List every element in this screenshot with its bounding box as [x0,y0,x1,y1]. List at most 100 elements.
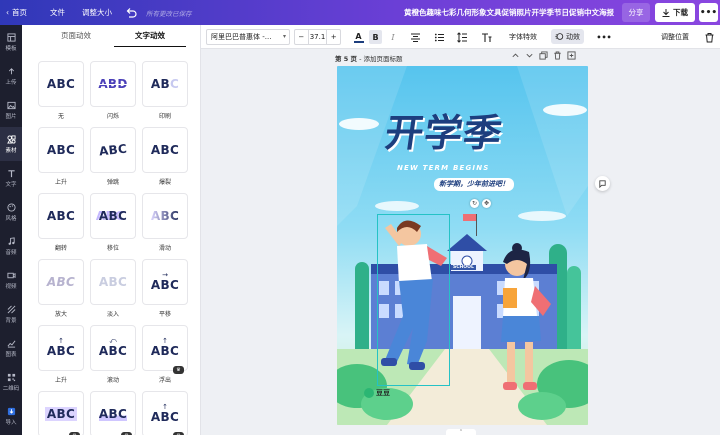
animation-card-flip[interactable]: ABC [38,193,84,239]
animate-button[interactable]: 动效 [551,29,584,44]
animation-label: 翻转 [54,245,67,252]
bold-button[interactable]: B [369,30,382,44]
text-effects-button[interactable]: 字体特效 [508,30,538,44]
text-color-button[interactable]: A [352,30,365,44]
text-color-icon: A [355,31,362,41]
animation-card-float[interactable]: ↑ ABC ♛ [142,325,188,374]
comment-button[interactable] [595,176,610,191]
animation-card-rise-up[interactable]: ↑ABC♛ [142,391,188,435]
tab-text-animation[interactable]: 文字动效 [114,25,186,47]
nav-item-style[interactable]: 风格 [0,195,22,229]
animation-card-bounce[interactable]: ABC [90,127,136,173]
color-swatch [353,40,364,43]
italic-button[interactable]: I [387,30,399,44]
nav-item-background[interactable]: 背景 [0,297,22,331]
increase-size-button[interactable]: + [327,33,340,41]
nav-item-chart[interactable]: 图表 [0,331,22,365]
trash-icon [705,32,713,42]
document-title[interactable]: 黄橙色趣味七彩几何形象文具促销照片开学季节日促销中文海报 [404,0,614,25]
adjust-position-button[interactable]: 调整位置 [660,30,690,44]
animation-card-none[interactable]: ABC [38,61,84,107]
align-button[interactable] [409,30,421,44]
line-spacing-icon [456,31,467,43]
chevron-down-icon[interactable] [525,51,534,60]
nav-item-audio[interactable]: 音频 [0,229,22,263]
file-menu[interactable]: 文件 [50,0,65,25]
animation-label: 淡入 [106,311,119,318]
school-sign: SCHOOL [451,265,476,270]
poster-canvas[interactable]: 开学季 NEW TERM BEGINS 新学期，少年前进吧！ SCHOOL 豆豆 [337,66,588,425]
animation-card-highlight[interactable]: ABC♛ [38,391,84,435]
animation-card-lift[interactable]: ↑ ABC [38,325,84,371]
nav-item-video[interactable]: 视频 [0,263,22,297]
list-button[interactable] [433,30,445,44]
text-size-button[interactable] [480,30,492,44]
chart-icon [7,340,15,348]
poster-title[interactable]: 开学季 [382,102,507,157]
animation-label: 放大 [54,311,67,318]
home-button[interactable]: ‹ 首页 [6,0,27,25]
list-icon [434,33,444,41]
animation-card-roll[interactable]: ⤺ ABC [90,325,136,371]
add-page-title[interactable]: - 添加页面标题 [359,55,402,63]
animation-card-rise[interactable]: ABC [38,127,84,173]
element-handles: ↻ ✥ [470,199,491,208]
text-resize-icon [481,32,491,42]
more-button[interactable]: ••• [699,3,718,22]
undo-icon[interactable] [125,7,137,19]
resize-menu[interactable]: 调整大小 [82,0,112,25]
selection-box[interactable] [377,214,450,386]
nav-item-template[interactable]: 模板 [0,25,22,59]
share-button[interactable]: 分享 [622,3,650,22]
expand-pages-handle[interactable]: ⌃ [446,429,476,435]
nav-item-text[interactable]: 文字 [0,161,22,195]
template-icon [6,32,16,42]
animation-label: 上升 [54,377,67,384]
animation-label: 无 [57,113,64,120]
poster-subtitle[interactable]: NEW TERM BEGINS [397,164,490,172]
animation-label: 移位 [106,245,119,252]
animation-card-zoom[interactable]: ABC [38,259,84,305]
canvas-area: 第 5 页 - 添加页面标题 开学季 NEW TERM BEGINS 新学期，少… [201,49,720,435]
add-page-icon[interactable] [567,51,576,60]
nav-item-qrcode[interactable]: 二维码 [0,365,22,399]
page-header: 第 5 页 - 添加页面标题 [335,55,403,63]
poster-slogan[interactable]: 新学期，少年前进吧！ [434,178,514,191]
font-size-value[interactable]: 37.1 [307,30,328,44]
move-icon[interactable]: ✥ [482,199,491,208]
animation-card-pan[interactable]: → ABC [142,259,188,305]
chevron-up-icon[interactable] [511,51,520,60]
nav-item-upload[interactable]: 上传 [0,59,22,93]
animation-card-typewriter[interactable]: ABC [142,61,188,107]
comment-icon [599,180,606,188]
text-icon [7,169,15,177]
animation-card-blink[interactable]: ABD [90,61,136,107]
rotate-icon[interactable]: ↻ [470,199,479,208]
trash-button[interactable] [703,30,715,44]
upload-icon [8,67,14,74]
duplicate-icon[interactable] [539,51,548,60]
animation-card-burst[interactable]: ABC [142,127,188,173]
decrease-size-button[interactable]: − [295,33,308,41]
delete-page-icon[interactable] [553,51,562,60]
background-icon [7,305,15,313]
font-family-select[interactable]: 阿里巴巴普惠体 -... ▾ [206,29,290,45]
panel-tabs: 页面动效 文字动效 [22,25,201,47]
nav-item-elements[interactable]: 素材 [0,127,22,161]
animation-label: 平移 [158,311,171,318]
download-button[interactable]: 下载 [655,3,695,22]
font-size-stepper[interactable]: − 37.1 + [294,29,341,45]
nav-item-image[interactable]: 图片 [0,93,22,127]
spacing-button[interactable] [456,30,468,44]
left-nav: 模板 上传 图片 素材 文字 风格 音频 视频 背景 图表 二维码 导入 [0,25,22,435]
animation-card-underline[interactable]: ABC♛ [90,391,136,435]
animation-icon [555,33,564,40]
tab-page-animation[interactable]: 页面动效 [40,25,112,47]
nav-item-import[interactable]: 导入 [0,399,22,433]
video-icon [6,272,16,278]
animation-card-shift[interactable]: ABC [90,193,136,239]
toolbar-more-button[interactable]: ••• [596,30,611,44]
animation-card-slide[interactable]: ABC [142,193,188,239]
animation-label: 滚动 [106,377,119,384]
animation-card-fade-in[interactable]: ABC [90,259,136,305]
